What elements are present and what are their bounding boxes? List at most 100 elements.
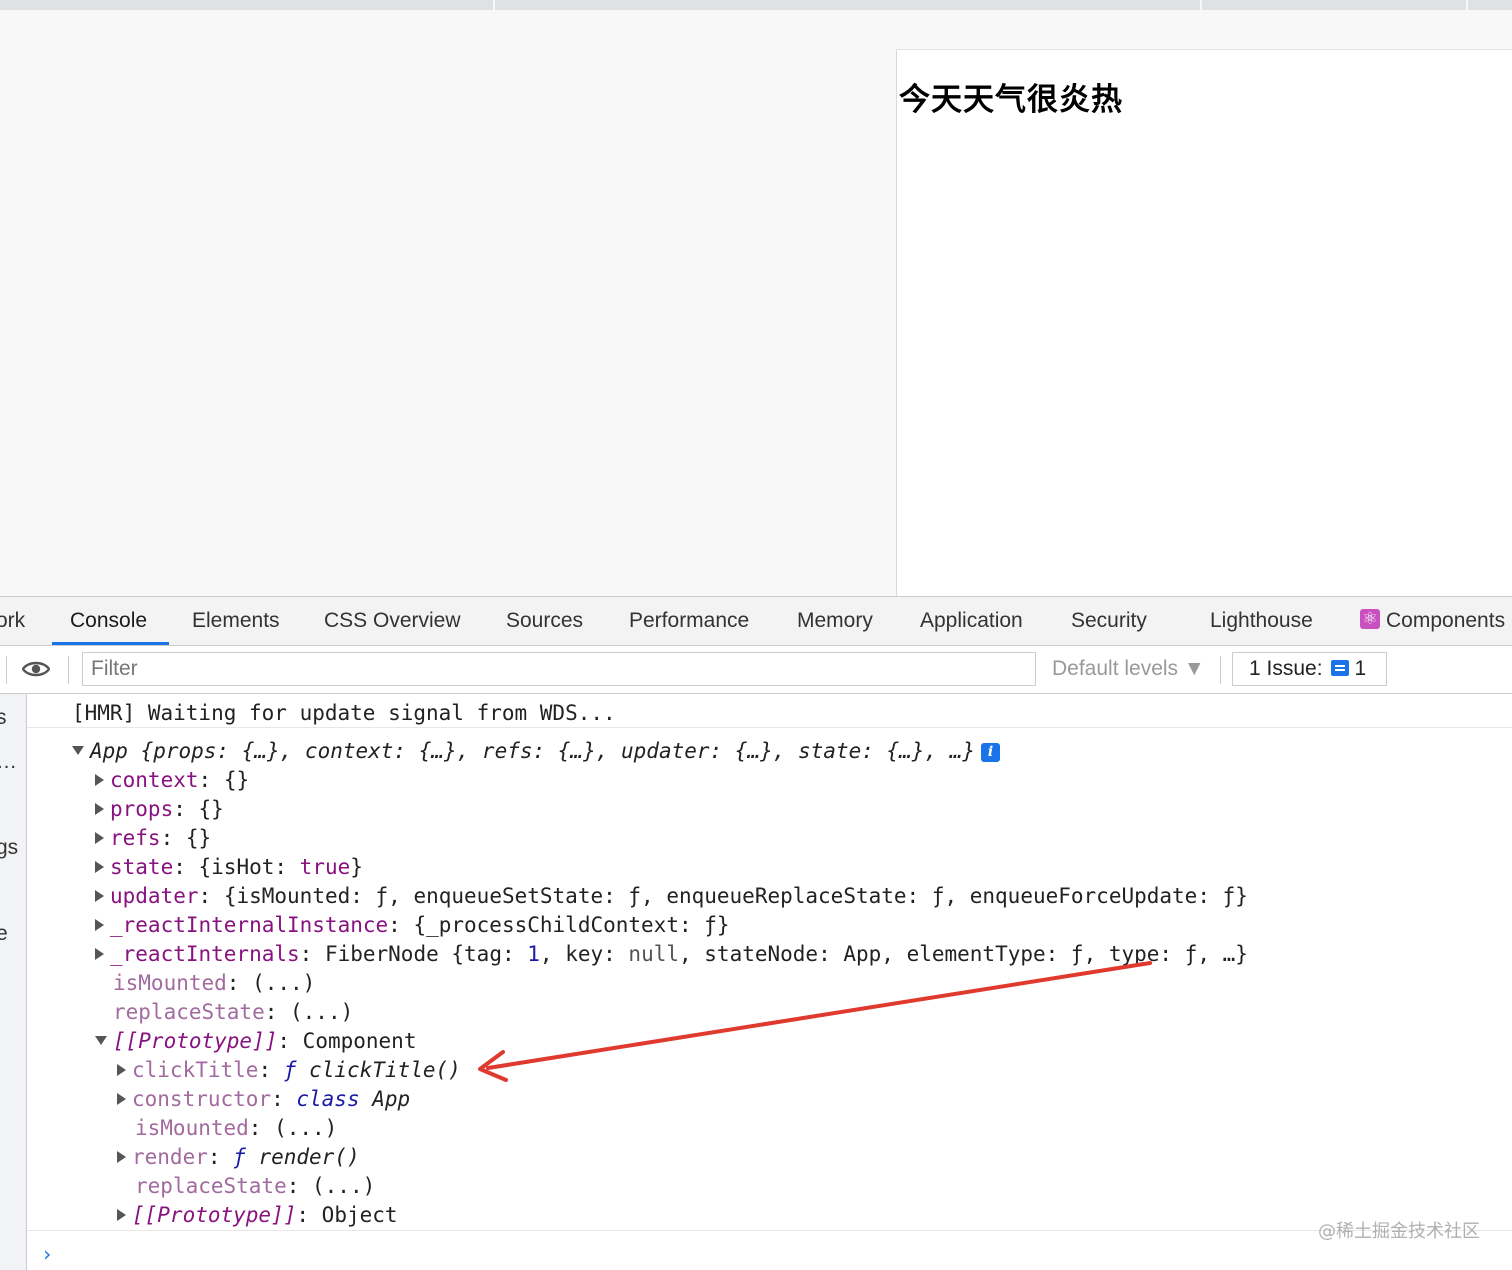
expand-triangle-icon[interactable] <box>117 1064 126 1076</box>
expand-triangle-icon[interactable] <box>95 803 104 815</box>
top-bar-divider <box>1200 0 1202 10</box>
property-row-ismounted[interactable]: isMounted: (...) <box>135 1114 337 1143</box>
tab-lighthouse[interactable]: Lighthouse <box>1210 597 1313 645</box>
property-key: constructor <box>132 1087 272 1111</box>
tab-elements[interactable]: Elements <box>192 597 280 645</box>
property-row-state[interactable]: state: {isHot: true} <box>95 853 363 882</box>
property-key: state <box>110 855 174 879</box>
property-row-ismounted[interactable]: isMounted: (...) <box>113 969 315 998</box>
expand-triangle-icon[interactable] <box>95 890 104 902</box>
property-row-replacestate[interactable]: replaceState: (...) <box>113 998 353 1027</box>
toolbar-divider <box>68 656 69 684</box>
property-key: updater <box>110 884 199 908</box>
null-value: null <box>628 942 679 966</box>
collapse-triangle-icon[interactable] <box>95 1036 107 1045</box>
property-value: {} <box>185 826 212 850</box>
expand-triangle-icon[interactable] <box>117 1209 126 1221</box>
collapse-triangle-icon[interactable] <box>72 746 84 755</box>
property-value: , key: <box>539 942 629 966</box>
sidebar-item-fragment[interactable]: … <box>0 750 17 774</box>
tab-application[interactable]: Application <box>920 597 1023 645</box>
number-value: 1 <box>527 942 540 966</box>
tab-components[interactable]: Components <box>1360 595 1506 645</box>
default-levels-dropdown[interactable]: Default levels ▼ <box>1052 646 1205 692</box>
expand-triangle-icon[interactable] <box>95 832 104 844</box>
property-key: replaceState <box>135 1174 287 1198</box>
page-heading: 今天天气很炎热 <box>899 82 1123 118</box>
issues-button[interactable]: 1 Issue: 1 <box>1232 652 1387 686</box>
property-row-react-internal-instance[interactable]: _reactInternalInstance: {_processChildCo… <box>95 911 730 940</box>
app-object-summary[interactable]: App {props: {…}, context: {…}, refs: {…}… <box>72 737 1001 766</box>
property-key: _reactInternals <box>110 942 300 966</box>
page-viewport: 今天天气很炎热 <box>896 49 1512 597</box>
property-value: clickTitle() <box>309 1058 461 1082</box>
sidebar-item-fragment[interactable]: s <box>0 706 7 730</box>
property-key: props <box>110 797 174 821</box>
tab-css-overview[interactable]: CSS Overview <box>324 597 461 645</box>
property-key: isMounted <box>113 971 227 995</box>
property-row-refs[interactable]: refs: {} <box>95 824 211 853</box>
function-marker: ƒ <box>233 1145 246 1169</box>
property-row-updater[interactable]: updater: {isMounted: ƒ, enqueueSetState:… <box>95 882 1248 911</box>
property-row-render[interactable]: render: ƒ render() <box>117 1143 360 1172</box>
tab-console[interactable]: Console <box>51 597 170 645</box>
getter-value[interactable]: (...) <box>290 1000 353 1024</box>
property-row-constructor[interactable]: constructor: class App <box>117 1085 410 1114</box>
property-row-prototype[interactable]: [[Prototype]]: Object <box>117 1201 398 1230</box>
console-prompt-icon[interactable]: › <box>41 1242 53 1266</box>
property-value: {isMounted: ƒ, enqueueSetState: ƒ, enque… <box>223 884 1248 908</box>
react-icon <box>1360 595 1380 643</box>
expand-triangle-icon[interactable] <box>95 861 104 873</box>
property-row-prototype[interactable]: [[Prototype]]: Component <box>95 1027 416 1056</box>
property-value: App <box>372 1087 411 1111</box>
class-keyword: class <box>296 1087 360 1111</box>
property-key: isMounted <box>135 1116 249 1140</box>
property-row-react-internals[interactable]: _reactInternals: FiberNode {tag: 1, key:… <box>95 940 1248 969</box>
issues-count: 1 <box>1354 657 1367 680</box>
property-value: {_processChildContext: ƒ} <box>413 913 730 937</box>
property-row-context[interactable]: context: {} <box>95 766 249 795</box>
tab-performance[interactable]: Performance <box>629 597 749 645</box>
expand-triangle-icon[interactable] <box>117 1093 126 1105</box>
expand-triangle-icon[interactable] <box>95 774 104 786</box>
tab-network[interactable]: ork <box>0 597 25 645</box>
property-key: [[Prototype]] <box>113 1029 278 1053</box>
getter-value[interactable]: (...) <box>274 1116 337 1140</box>
top-bar-divider <box>1466 0 1468 10</box>
console-output: [HMR] Waiting for update signal from WDS… <box>27 694 1512 1270</box>
property-row-props[interactable]: props: {} <box>95 795 224 824</box>
property-key: context <box>110 768 199 792</box>
getter-value[interactable]: (...) <box>312 1174 375 1198</box>
expand-triangle-icon[interactable] <box>95 919 104 931</box>
console-sidebar: s … gs e <box>0 694 27 1270</box>
tab-security[interactable]: Security <box>1071 597 1147 645</box>
sidebar-item-fragment[interactable]: gs <box>0 836 18 860</box>
property-row-clicktitle[interactable]: clickTitle: ƒ clickTitle() <box>117 1056 461 1085</box>
boolean-value: true <box>299 855 351 879</box>
tab-components-label: Components <box>1386 609 1506 632</box>
filter-input[interactable]: Filter <box>82 652 1036 686</box>
sidebar-item-fragment[interactable]: e <box>0 922 8 946</box>
eye-icon[interactable] <box>22 660 50 678</box>
expand-triangle-icon[interactable] <box>117 1151 126 1163</box>
issues-label: 1 Issue: <box>1249 657 1323 680</box>
app-object-text: App {props: {…}, context: {…}, refs: {…}… <box>90 739 976 763</box>
tab-memory[interactable]: Memory <box>797 597 873 645</box>
property-row-replacestate[interactable]: replaceState: (...) <box>135 1172 375 1201</box>
property-value: Object <box>321 1203 398 1227</box>
property-value: Component <box>302 1029 417 1053</box>
property-value: {isHot: <box>198 855 300 879</box>
devtools-tab-bar: ork Console Elements CSS Overview Source… <box>0 595 1512 646</box>
property-value: FiberNode {tag: <box>324 942 528 966</box>
property-key: replaceState <box>113 1000 265 1024</box>
getter-value[interactable]: (...) <box>252 971 315 995</box>
tab-sources[interactable]: Sources <box>506 597 583 645</box>
hmr-log-line: [HMR] Waiting for update signal from WDS… <box>27 699 1512 728</box>
console-filter-bar: Filter Default levels ▼ 1 Issue: 1 <box>0 646 1512 694</box>
property-value: , stateNode: App, elementType: ƒ, type: … <box>679 942 1248 966</box>
console-divider <box>27 1230 1512 1231</box>
property-key: refs <box>110 826 161 850</box>
info-icon[interactable]: i <box>981 743 1001 762</box>
expand-triangle-icon[interactable] <box>95 948 104 960</box>
function-marker: ƒ <box>283 1058 297 1082</box>
